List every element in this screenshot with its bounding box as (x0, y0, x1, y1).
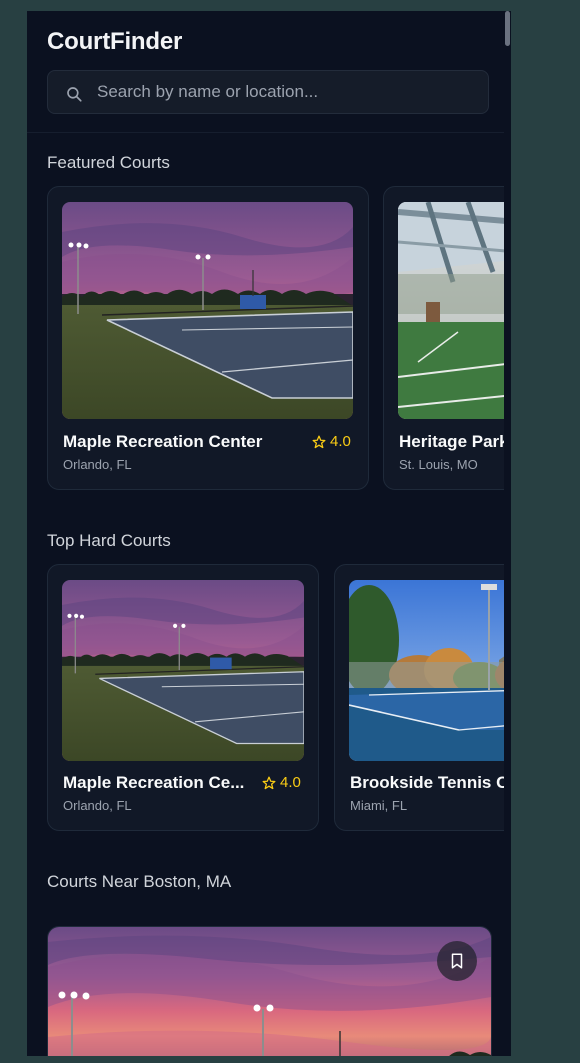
bookmark-icon (451, 953, 463, 969)
court-rating: 4.0 (312, 433, 351, 450)
court-rating-value: 4.0 (330, 433, 351, 450)
court-image (48, 927, 491, 1056)
court-rating-value: 4.0 (280, 774, 301, 791)
court-location: Miami, FL (350, 798, 408, 813)
court-card-featured-2[interactable]: Heritage Park St. Louis, MO (383, 186, 511, 490)
scrollbar[interactable] (504, 11, 511, 1056)
app-window: CourtFinder Featured Courts (27, 11, 511, 1056)
court-name: Maple Recreation Center (63, 432, 263, 451)
search-input[interactable] (97, 71, 477, 113)
court-image (398, 202, 511, 419)
search-box[interactable] (47, 70, 489, 114)
court-card-featured-1[interactable]: Maple Recreation Center 4.0 Orlando, FL (47, 186, 369, 490)
court-name: Heritage Park (399, 432, 509, 451)
court-rating: 4.0 (262, 774, 301, 791)
section-title-hard: Top Hard Courts (47, 531, 171, 550)
court-card-hard-1[interactable]: Maple Recreation Ce... 4.0 Orlando, FL (47, 564, 319, 831)
bookmark-button[interactable] (437, 941, 477, 981)
court-image (349, 580, 511, 761)
court-name: Brookside Tennis C (350, 773, 509, 792)
search-icon (67, 87, 82, 102)
section-title-near: Courts Near Boston, MA (47, 872, 232, 891)
hard-courts-row[interactable]: Maple Recreation Ce... 4.0 Orlando, FL B… (47, 564, 511, 832)
court-name: Maple Recreation Ce... (63, 773, 245, 792)
star-outline-icon (262, 776, 276, 789)
star-outline-icon (312, 435, 326, 448)
court-card-near-1[interactable] (47, 926, 492, 1056)
header: CourtFinder (27, 11, 504, 133)
featured-courts-row[interactable]: Maple Recreation Center 4.0 Orlando, FL (47, 186, 511, 492)
app-title: CourtFinder (47, 28, 183, 55)
court-location: St. Louis, MO (399, 457, 478, 472)
court-image (62, 580, 304, 761)
court-location: Orlando, FL (63, 457, 132, 472)
section-title-featured: Featured Courts (47, 153, 170, 172)
court-card-hard-2[interactable]: Brookside Tennis C Miami, FL (334, 564, 511, 831)
scrollbar-thumb[interactable] (505, 11, 510, 46)
court-image (62, 202, 353, 419)
court-location: Orlando, FL (63, 798, 132, 813)
